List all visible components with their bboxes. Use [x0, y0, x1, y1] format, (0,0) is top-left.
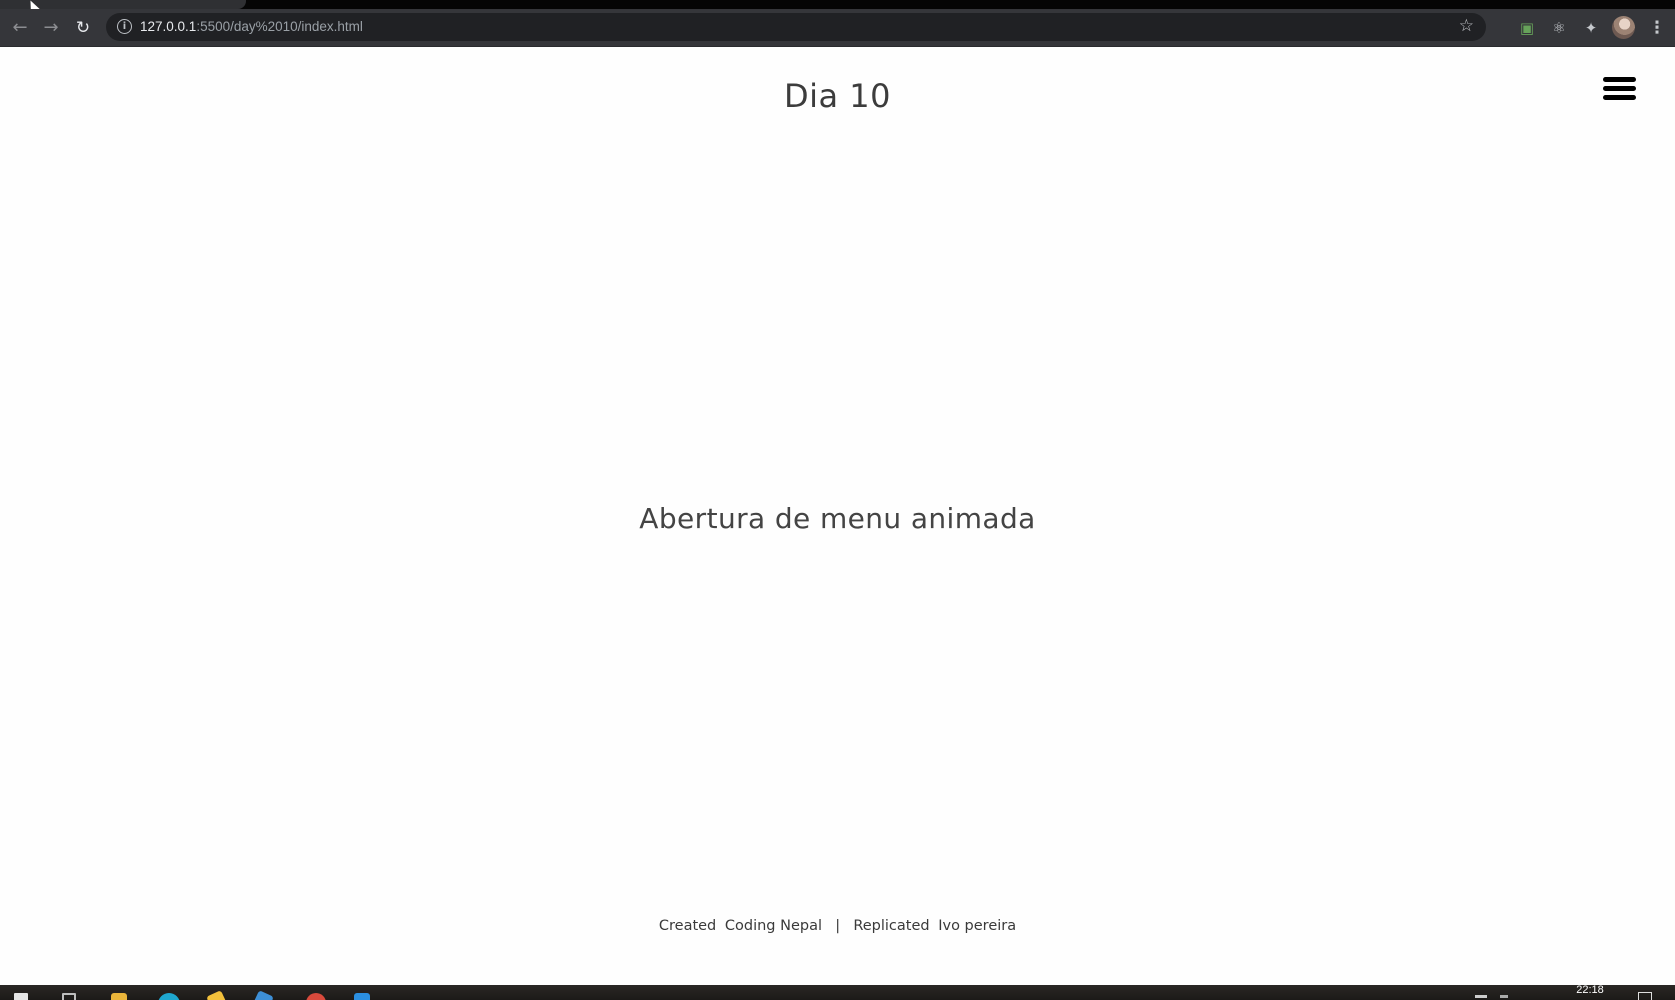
back-arrow-icon[interactable]: ← — [6, 9, 34, 46]
reload-icon[interactable]: ↻ — [69, 9, 97, 46]
url-path: :5500/day%2010/index.html — [196, 19, 363, 34]
main-heading: Abertura de menu animada — [639, 502, 1036, 535]
page-title: Dia 10 — [783, 77, 892, 115]
avatar[interactable] — [1612, 16, 1635, 39]
puzzle-icon[interactable]: ✦ — [1581, 18, 1601, 38]
windows-start-icon[interactable] — [14, 993, 28, 1000]
footer-created-label: Created — [658, 918, 717, 934]
browser-toolbar: ← → ↻ i 127.0.0.1:5500/day%2010/index.ht… — [0, 9, 1675, 47]
forward-arrow-icon[interactable]: → — [37, 9, 65, 46]
edge-icon[interactable] — [158, 993, 180, 1000]
tab-strip — [0, 0, 1675, 9]
tray-chevron-icon[interactable] — [1500, 995, 1508, 998]
tray-icon[interactable] — [1475, 995, 1487, 998]
chrome-icon[interactable] — [306, 993, 326, 1000]
hamburger-bar — [1603, 95, 1636, 100]
hamburger-icon[interactable] — [1603, 77, 1636, 103]
bookmark-star-icon[interactable]: ☆ — [1459, 16, 1474, 36]
hamburger-bar — [1603, 86, 1636, 91]
react-icon[interactable]: ⚛ — [1549, 18, 1569, 38]
cast-icon[interactable]: ▣ — [1517, 18, 1537, 38]
hamburger-bar — [1603, 77, 1636, 82]
taskbar-clock[interactable]: 22:18 — [1566, 985, 1614, 996]
info-icon[interactable]: i — [117, 19, 132, 34]
task-view-icon[interactable] — [62, 993, 76, 1000]
footer-separator: | — [835, 918, 841, 934]
notification-icon[interactable] — [1638, 992, 1652, 1000]
url-host: 127.0.0.1 — [140, 19, 197, 34]
footer-credits: Created Coding Nepal | Replicated Ivo pe… — [0, 918, 1675, 934]
vscode-icon[interactable] — [354, 993, 370, 1000]
folder-icon[interactable] — [206, 990, 226, 1000]
file-explorer-icon[interactable] — [111, 993, 127, 1000]
footer-replicated-by: Ivo pereira — [938, 918, 1017, 934]
url-text[interactable]: 127.0.0.1:5500/day%2010/index.html — [140, 19, 363, 34]
footer-replicated-label: Replicated — [853, 918, 930, 934]
address-bar[interactable]: i 127.0.0.1:5500/day%2010/index.html ☆ — [106, 13, 1486, 41]
kebab-menu-icon[interactable]: ⋮ — [1647, 18, 1667, 38]
page-viewport: Dia 10 Abertura de menu animada Created … — [0, 47, 1675, 985]
app-icon[interactable] — [254, 990, 274, 1000]
footer-created-by: Coding Nepal — [724, 918, 822, 934]
taskbar: 22:18 — [0, 985, 1675, 1000]
